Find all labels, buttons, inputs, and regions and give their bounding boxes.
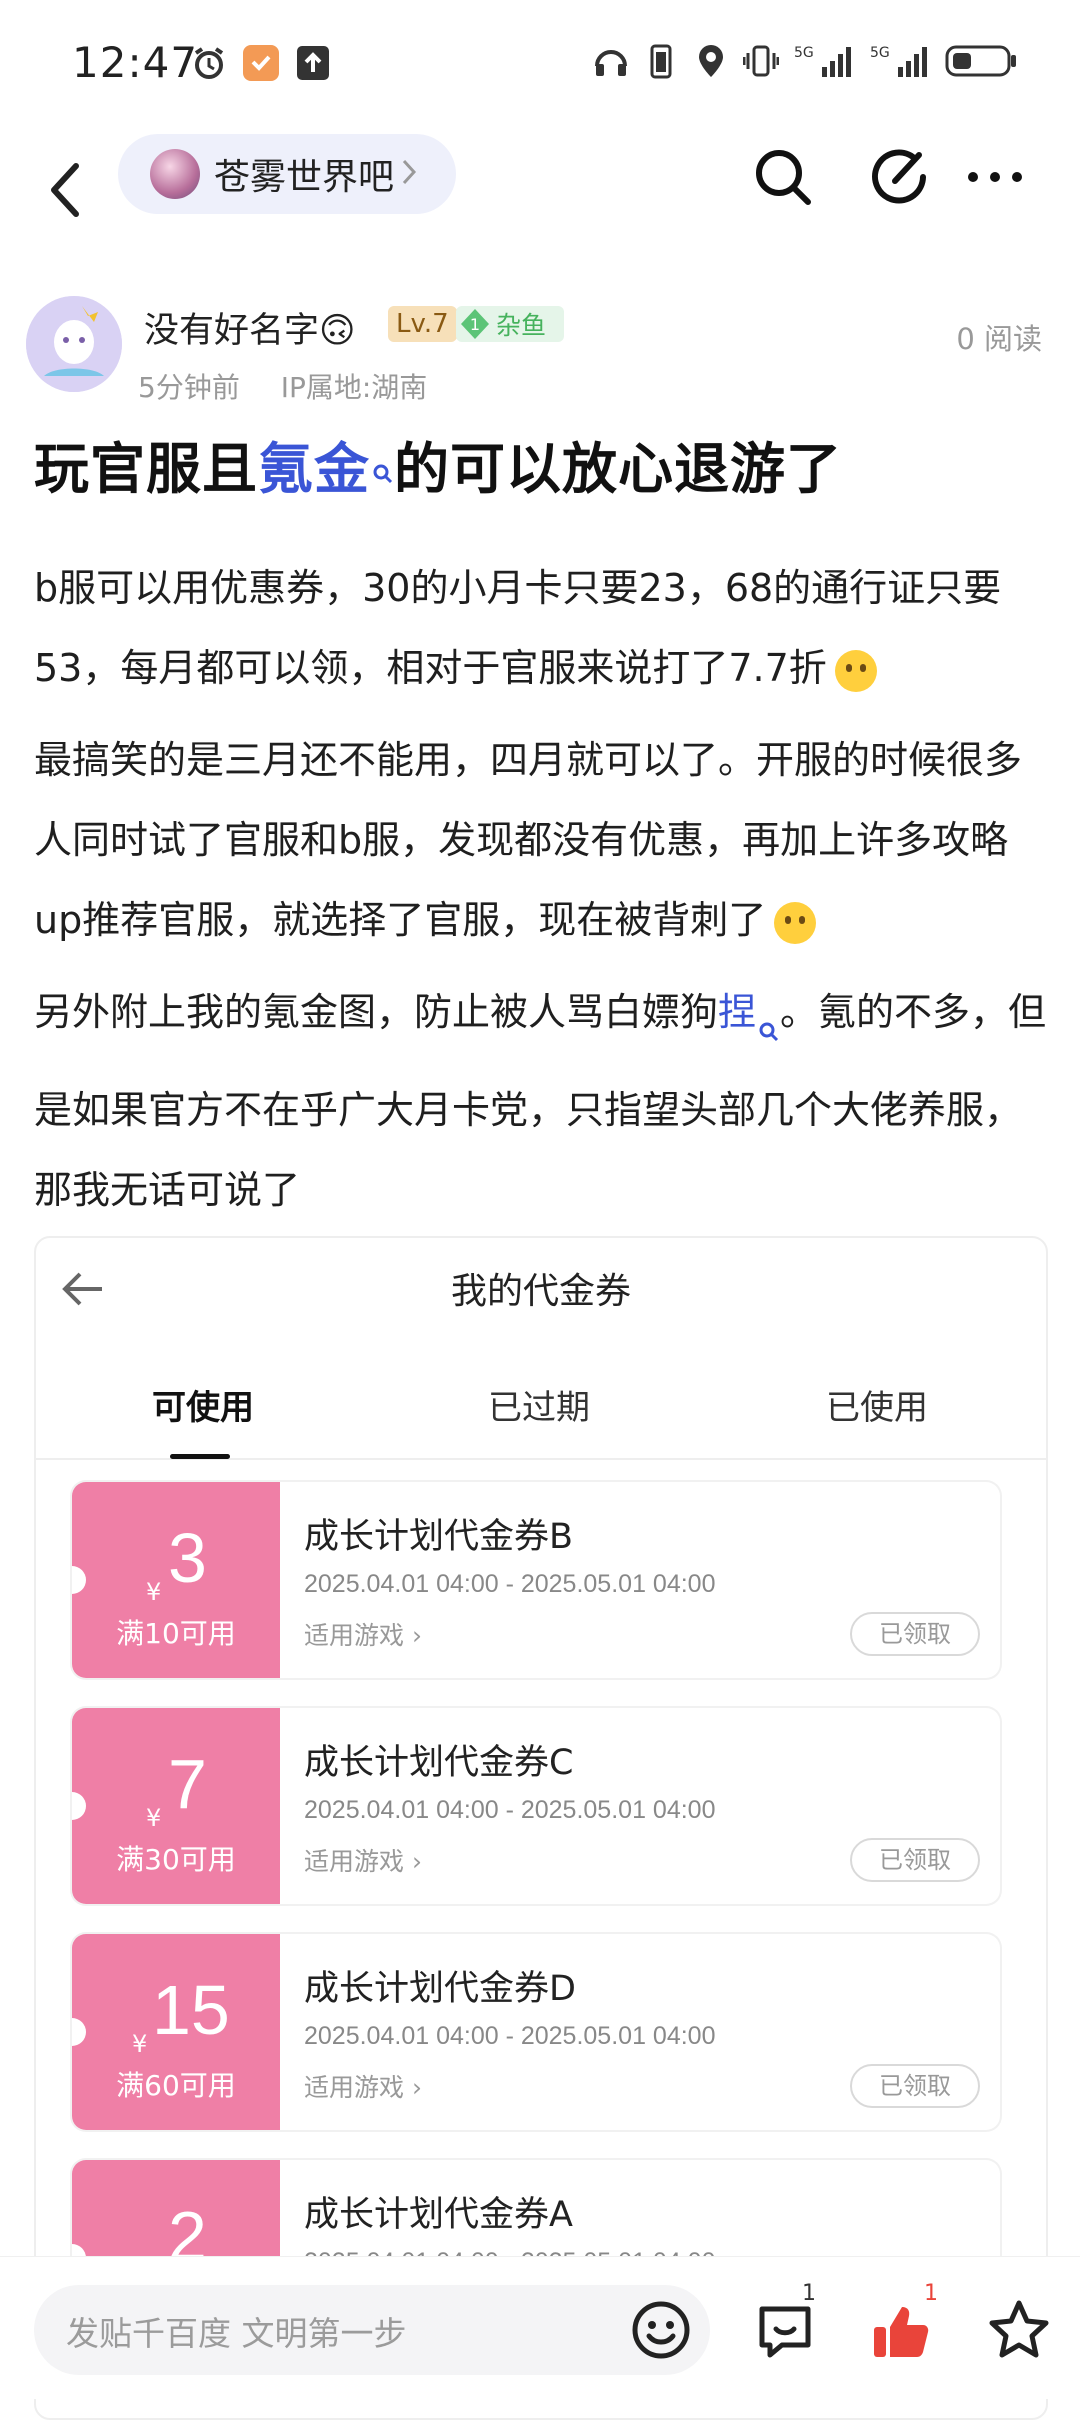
image-tab-expired: 已过期 <box>488 1388 590 1428</box>
chevron-right-icon <box>400 157 418 191</box>
coupon-name: 成长计划代金券A <box>304 2195 573 2235</box>
alarm-icon <box>190 44 228 82</box>
back-button[interactable] <box>38 152 94 228</box>
edit-icon[interactable] <box>864 142 934 212</box>
like-icon[interactable] <box>868 2297 938 2367</box>
forum-link[interactable]: 苍雾世界吧 <box>118 134 456 214</box>
more-icon[interactable] <box>960 142 1030 212</box>
emoji-icon <box>774 901 817 944</box>
coupon-card: ¥ 7 满30可用 成长计划代金券C 2025.04.01 04:00 - 20… <box>72 1708 1000 1904</box>
app-badge-icon <box>242 44 280 82</box>
coupon-status: 已领取 <box>850 1838 980 1882</box>
search-icon[interactable] <box>748 142 818 212</box>
coupon-condition: 满30可用 <box>116 1843 236 1876</box>
paragraph: b服可以用优惠券，30的小月卡只要23，68的通行证只要53，每月都可以领，相对… <box>34 566 1002 692</box>
status-time: 12:47 <box>72 38 199 87</box>
image-tab-used: 已使用 <box>826 1388 928 1428</box>
forum-avatar <box>150 149 200 199</box>
post-meta: 5分钟前 IP属地:湖南 <box>138 366 459 406</box>
read-count: 0 阅读 <box>956 322 1042 356</box>
svg-text:5G: 5G <box>870 45 890 61</box>
coupon-name: 成长计划代金券B <box>304 1517 574 1557</box>
headphones-icon <box>592 42 630 80</box>
coupon-name: 成长计划代金券D <box>304 1969 576 2009</box>
reply-input[interactable]: 发贴千百度 文明第一步 <box>34 2285 710 2375</box>
post-ip: IP属地:湖南 <box>280 371 428 404</box>
coupon-condition: 满60可用 <box>116 2069 236 2102</box>
paragraph: 另外附上我的氪金图，防止被人骂白嫖狗捏 。氪的不多，但是如果官方不在乎广大月卡党，… <box>34 990 1047 1212</box>
upload-icon <box>294 44 332 82</box>
comment-count: 1 <box>802 2281 816 2306</box>
coupon-games: 适用游戏 › <box>304 1621 422 1650</box>
post-body: b服可以用优惠券，30的小月卡只要23，68的通行证只要53，每月都可以领，相对… <box>34 548 1054 1242</box>
post-time: 5分钟前 <box>138 371 240 404</box>
coupon-date: 2025.04.01 04:00 - 2025.05.01 04:00 <box>304 1570 716 1598</box>
image-tab-usable: 可使用 <box>152 1388 254 1428</box>
status-bar: 12:47 5G 5G <box>0 0 1080 130</box>
search-keyword-icon <box>372 434 394 498</box>
coupon-amount: 7 <box>168 1745 207 1823</box>
keyword-link[interactable]: 捏 <box>718 990 756 1034</box>
bottom-bar: 发贴千百度 文明第一步 1 1 <box>0 2256 1080 2399</box>
coupon-games: 适用游戏 › <box>304 1847 422 1876</box>
signal-5g-icon: 5G <box>792 42 856 80</box>
reply-placeholder: 发贴千百度 文明第一步 <box>66 2314 407 2353</box>
coupon-status: 已领取 <box>850 1612 980 1656</box>
forum-name: 苍雾世界吧 <box>214 157 395 198</box>
tab-underline <box>170 1454 230 1459</box>
coupon-condition: 满10可用 <box>116 1617 236 1650</box>
battery-icon <box>944 42 1020 80</box>
coupon-card: ¥ 3 满10可用 成长计划代金券B 2025.04.01 04:00 - 20… <box>72 1482 1000 1678</box>
coupon-games: 适用游戏 › <box>304 2073 422 2102</box>
gem-icon: 1 <box>458 307 492 341</box>
phone-battery-icon <box>642 42 680 80</box>
emoji-icon <box>834 649 877 692</box>
location-icon <box>692 42 730 80</box>
post-title: 玩官服且氪金 的可以放心退游了 <box>34 424 842 504</box>
author-name[interactable]: 没有好名字🙃 <box>144 302 356 353</box>
coupon-date: 2025.04.01 04:00 - 2025.05.01 04:00 <box>304 2022 716 2050</box>
star-icon[interactable] <box>984 2297 1054 2367</box>
svg-text:5G: 5G <box>794 45 814 61</box>
level-badge: Lv.7 <box>388 306 457 342</box>
coupon-amount: 15 <box>152 1971 230 2049</box>
coupon-amount: 3 <box>168 1519 207 1597</box>
vibrate-icon <box>742 42 780 80</box>
author-avatar[interactable] <box>26 296 122 392</box>
paragraph: 最搞笑的是三月还不能用，四月就可以了。开服的时候很多人同时试了官服和b服，发现都… <box>34 738 1023 944</box>
search-keyword-icon <box>758 990 780 1070</box>
fan-label: 杂鱼 <box>496 311 547 340</box>
comment-icon[interactable] <box>752 2297 822 2367</box>
svg-text:1: 1 <box>470 315 480 334</box>
like-count: 1 <box>924 2281 938 2306</box>
coupon-card: ¥ 15 满60可用 成长计划代金券D 2025.04.01 04:00 - 2… <box>72 1934 1000 2130</box>
coupon-date: 2025.04.01 04:00 - 2025.05.01 04:00 <box>304 1796 716 1824</box>
emoji-button-icon[interactable] <box>630 2299 692 2361</box>
coupon-name: 成长计划代金券C <box>304 1743 574 1783</box>
coupon-status: 已领取 <box>850 2064 980 2108</box>
title-keyword-link[interactable]: 氪金 <box>258 437 370 501</box>
image-title: 我的代金券 <box>450 1271 631 1312</box>
signal-5g-icon-2: 5G <box>868 42 932 80</box>
post-image[interactable]: 我的代金券 可使用 已过期 已使用 ¥ 3 满10可用 成长计划代金券B 202… <box>34 1236 1048 2420</box>
fan-level-badge: 1 杂鱼 <box>456 306 564 342</box>
